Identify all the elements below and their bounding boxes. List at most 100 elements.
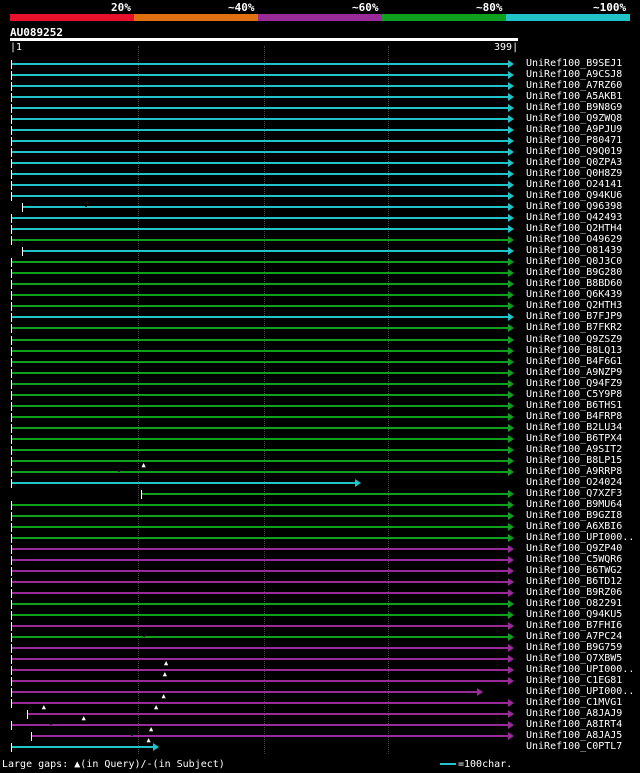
hit-bar[interactable]: [11, 503, 508, 506]
hit-label[interactable]: UniRef100_Q0ZPA3: [526, 157, 622, 168]
hit-bar[interactable]: [11, 481, 356, 484]
hit-label[interactable]: UniRef100_A7PC24: [526, 631, 622, 642]
hit-label[interactable]: UniRef100_B6THS1: [526, 400, 622, 411]
hit-label[interactable]: UniRef100_P80471: [526, 135, 622, 146]
hit-label[interactable]: UniRef100_B8LP15: [526, 455, 622, 466]
hit-label[interactable]: UniRef100_Q7XBW5: [526, 653, 622, 664]
hit-label[interactable]: UniRef100_Q94KU5: [526, 609, 622, 620]
hit-label[interactable]: UniRef100_B7FKR2: [526, 322, 622, 333]
hit-label[interactable]: UniRef100_B9G280: [526, 267, 622, 278]
hit-label[interactable]: UniRef100_Q94KU6: [526, 190, 622, 201]
hit-label[interactable]: UniRef100_Q9ZP40: [526, 543, 622, 554]
hit-label[interactable]: UniRef100_A9RRP8: [526, 466, 622, 477]
hit-bar[interactable]: [11, 591, 508, 594]
hit-label[interactable]: UniRef100_A8JAJ9: [526, 708, 622, 719]
hit-label[interactable]: UniRef100_O81439: [526, 245, 622, 256]
hit-label[interactable]: UniRef100_B2LU34: [526, 422, 622, 433]
hit-bar[interactable]: [11, 580, 508, 583]
hit-label[interactable]: UniRef100_A9NZP9: [526, 367, 622, 378]
hit-bar[interactable]: [11, 691, 477, 694]
hit-label[interactable]: UniRef100_B9SEJ1: [526, 58, 622, 69]
hit-label[interactable]: UniRef100_Q96398: [526, 201, 622, 212]
hit-label[interactable]: UniRef100_B6TPX4: [526, 433, 622, 444]
hit-label[interactable]: UniRef100_UPI000..: [526, 686, 634, 697]
hit-bar[interactable]: [11, 514, 508, 517]
hit-label[interactable]: UniRef100_UPI000..: [526, 664, 634, 675]
hit-bar[interactable]: [11, 349, 508, 352]
hit-bar[interactable]: [11, 360, 508, 363]
hit-bar[interactable]: [11, 636, 508, 639]
hit-label[interactable]: UniRef100_A8JAJ5: [526, 730, 622, 741]
hit-label[interactable]: UniRef100_C1EG81: [526, 675, 622, 686]
hit-label[interactable]: UniRef100_A9SIT2: [526, 444, 622, 455]
hit-label[interactable]: UniRef100_B7FHI6: [526, 620, 622, 631]
hit-label[interactable]: UniRef100_O24024: [526, 477, 622, 488]
hit-bar[interactable]: [11, 140, 508, 143]
hit-label[interactable]: UniRef100_Q2HTH3: [526, 300, 622, 311]
hit-bar[interactable]: [22, 250, 508, 253]
hit-bar[interactable]: [11, 658, 508, 661]
hit-bar[interactable]: [11, 702, 508, 705]
hit-label[interactable]: UniRef100_B4F6G1: [526, 356, 622, 367]
hit-bar[interactable]: [11, 173, 508, 176]
hit-bar[interactable]: [11, 184, 508, 187]
hit-bar[interactable]: [11, 415, 508, 418]
hit-bar[interactable]: [11, 261, 508, 264]
hit-bar[interactable]: [11, 470, 508, 473]
hit-bar[interactable]: [11, 558, 508, 561]
hit-bar[interactable]: [11, 151, 508, 154]
hit-label[interactable]: UniRef100_Q2HTH4: [526, 223, 622, 234]
hit-bar[interactable]: [11, 239, 508, 242]
hit-label[interactable]: UniRef100_O24141: [526, 179, 622, 190]
hit-label[interactable]: UniRef100_A9CSJ8: [526, 69, 622, 80]
hit-bar[interactable]: [140, 492, 508, 495]
hit-bar[interactable]: [27, 713, 508, 716]
hit-label[interactable]: UniRef100_B9GZI8: [526, 510, 622, 521]
hit-bar[interactable]: [11, 437, 508, 440]
hit-bar[interactable]: [11, 85, 508, 88]
hit-bar[interactable]: [11, 426, 508, 429]
hit-bar[interactable]: [11, 294, 508, 297]
hit-label[interactable]: UniRef100_B8BD60: [526, 278, 622, 289]
hit-label[interactable]: UniRef100_Q9ZSZ9: [526, 334, 622, 345]
hit-label[interactable]: UniRef100_A5AKB1: [526, 91, 622, 102]
hit-bar[interactable]: [11, 536, 508, 539]
hit-bar[interactable]: [11, 569, 508, 572]
hit-bar[interactable]: [11, 647, 508, 650]
hit-bar[interactable]: [11, 272, 508, 275]
hit-label[interactable]: UniRef100_C5Y9P8: [526, 389, 622, 400]
hit-bar[interactable]: [11, 74, 508, 77]
hit-bar[interactable]: [11, 162, 508, 165]
hit-label[interactable]: UniRef100_A6XBI6: [526, 521, 622, 532]
hit-label[interactable]: UniRef100_UPI000..: [526, 532, 634, 543]
hit-label[interactable]: UniRef100_B9N8G9: [526, 102, 622, 113]
hit-bar[interactable]: [11, 283, 508, 286]
hit-label[interactable]: UniRef100_A9PJU9: [526, 124, 622, 135]
hit-label[interactable]: UniRef100_Q9ZWQ8: [526, 113, 622, 124]
hit-bar[interactable]: [11, 338, 508, 341]
hit-label[interactable]: UniRef100_B9MU64: [526, 499, 622, 510]
hit-bar[interactable]: [11, 669, 508, 672]
hit-label[interactable]: UniRef100_A7RZ60: [526, 80, 622, 91]
hit-label[interactable]: UniRef100_Q0J3C0: [526, 256, 622, 267]
hit-bar[interactable]: [11, 525, 508, 528]
hit-bar[interactable]: [11, 547, 508, 550]
hit-bar[interactable]: [11, 63, 508, 65]
hit-bar[interactable]: [11, 404, 508, 407]
hit-bar[interactable]: [11, 129, 508, 132]
hit-bar[interactable]: [11, 746, 154, 749]
hit-label[interactable]: UniRef100_Q42493: [526, 212, 622, 223]
hit-label[interactable]: UniRef100_Q94FZ9: [526, 378, 622, 389]
hit-label[interactable]: UniRef100_Q0H8Z9: [526, 168, 622, 179]
hit-bar[interactable]: [11, 228, 508, 231]
hit-label[interactable]: UniRef100_C1MVG1: [526, 697, 622, 708]
hit-bar[interactable]: [30, 735, 508, 738]
hit-bar[interactable]: [11, 680, 508, 683]
hit-label[interactable]: UniRef100_B9G759: [526, 642, 622, 653]
hit-label[interactable]: UniRef100_B6TWG2: [526, 565, 622, 576]
hit-bar[interactable]: [11, 382, 508, 385]
hit-bar[interactable]: [11, 625, 508, 628]
hit-label[interactable]: UniRef100_B7FJP9: [526, 311, 622, 322]
hit-bar[interactable]: [11, 371, 508, 374]
hit-label[interactable]: UniRef100_O82291: [526, 598, 622, 609]
